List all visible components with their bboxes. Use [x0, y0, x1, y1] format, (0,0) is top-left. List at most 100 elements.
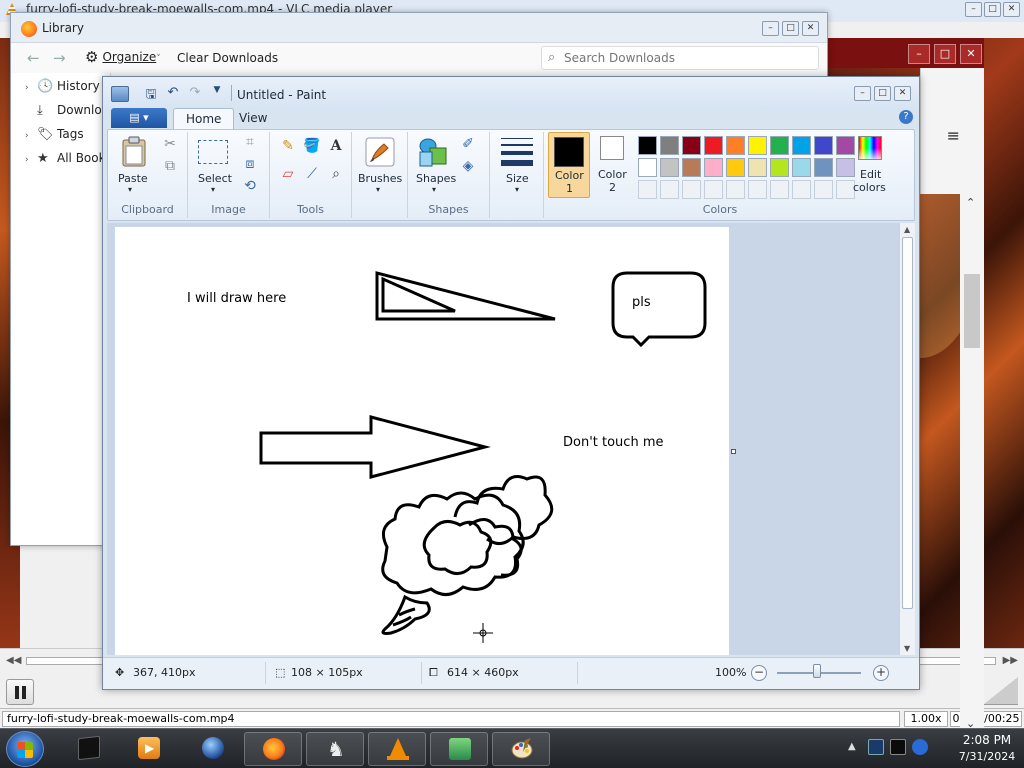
brushes-button[interactable]: Brushes	[358, 172, 402, 185]
palette-swatch[interactable]	[814, 158, 833, 177]
shape-fill-icon[interactable]: ◈	[458, 156, 478, 176]
palette-swatch[interactable]	[682, 136, 701, 155]
paint-minimize-button[interactable]: –	[854, 86, 871, 101]
select-dropdown-icon[interactable]: ▾	[211, 185, 215, 194]
scroll-up-icon[interactable]: ⌃	[966, 196, 975, 209]
canvas-area[interactable]: I will draw here pls Don't touch me	[107, 223, 899, 655]
palette-swatch[interactable]	[638, 136, 657, 155]
library-titlebar[interactable]: Library – □ ✕	[11, 13, 827, 43]
taskbar-app-dark-window[interactable]	[60, 732, 118, 766]
firefox-close-button[interactable]: ✕	[960, 44, 982, 64]
shapes-button[interactable]: Shapes	[416, 172, 456, 185]
shapes-icon[interactable]	[416, 136, 450, 168]
palette-swatch[interactable]	[792, 136, 811, 155]
taskbar-app-firefox[interactable]	[244, 732, 302, 766]
library-close-button[interactable]: ✕	[802, 21, 819, 36]
expand-arrow-icon[interactable]: ›	[25, 155, 37, 165]
magnifier-icon[interactable]: ⌕	[326, 164, 346, 184]
canvas-vertical-scrollbar[interactable]: ▲ ▼	[899, 223, 915, 655]
help-icon[interactable]: ?	[899, 110, 913, 124]
color-picker-icon[interactable]: ⟋	[302, 164, 322, 184]
search-box[interactable]: ⌕	[541, 46, 819, 70]
zoom-slider-thumb[interactable]	[813, 664, 821, 678]
network-tray-icon[interactable]	[912, 739, 928, 755]
palette-swatch[interactable]	[726, 158, 745, 177]
tray-monitor-icon[interactable]	[890, 739, 906, 755]
palette-swatch-custom[interactable]	[814, 180, 833, 199]
palette-swatch[interactable]	[660, 136, 679, 155]
expand-arrow-icon[interactable]: ›	[25, 131, 37, 141]
firefox-scrollbar[interactable]: ⌃ ⌄	[960, 194, 984, 734]
cut-icon[interactable]: ✂	[160, 134, 180, 154]
size-button[interactable]: Size	[506, 172, 529, 185]
scroll-down-icon[interactable]: ▼	[904, 644, 910, 653]
rotate-icon[interactable]: ⟲	[240, 176, 260, 196]
pencil-icon[interactable]: ✎	[278, 136, 298, 156]
library-minimize-button[interactable]: –	[762, 21, 779, 36]
palette-swatch-custom[interactable]	[726, 180, 745, 199]
organize-button[interactable]: ⚙ Organize˅	[85, 48, 161, 68]
sidebar-item-tags[interactable]: › 🏷 Tags	[25, 127, 84, 147]
undo-icon[interactable]: ↶	[165, 85, 181, 107]
paint-close-button[interactable]: ✕	[894, 86, 911, 101]
palette-swatch[interactable]	[704, 158, 723, 177]
search-input[interactable]	[564, 50, 804, 66]
palette-swatch-custom[interactable]	[682, 180, 701, 199]
customize-qat-icon[interactable]: ▼	[209, 85, 225, 107]
color2-button[interactable]: Color 2	[594, 132, 634, 198]
color1-button[interactable]: Color 1	[548, 132, 590, 198]
scroll-up-icon[interactable]: ▲	[904, 225, 910, 234]
start-button[interactable]	[6, 731, 44, 767]
zoom-out-button[interactable]: −	[751, 665, 767, 681]
brushes-icon[interactable]	[364, 136, 396, 168]
firefox-titlebar[interactable]: – □ ✕	[820, 38, 984, 68]
size-icon[interactable]	[501, 138, 533, 166]
palette-swatch-custom[interactable]	[770, 180, 789, 199]
vlc-maximize-button[interactable]: □	[984, 2, 1001, 17]
pause-button[interactable]	[6, 679, 34, 705]
brushes-dropdown-icon[interactable]: ▾	[376, 185, 380, 194]
volume-slider[interactable]	[984, 677, 1018, 705]
palette-swatch-custom[interactable]	[704, 180, 723, 199]
palette-swatch[interactable]	[770, 136, 789, 155]
select-icon[interactable]	[198, 140, 228, 164]
palette-swatch-custom[interactable]	[792, 180, 811, 199]
resize-icon[interactable]: ⧈	[240, 154, 260, 174]
taskbar-app-paint[interactable]	[492, 732, 550, 766]
select-button[interactable]: Select	[198, 172, 232, 185]
palette-swatch[interactable]	[638, 158, 657, 177]
palette-swatch[interactable]	[770, 158, 789, 177]
palette-swatch[interactable]	[682, 158, 701, 177]
vlc-close-button[interactable]: ✕	[1003, 2, 1020, 17]
copy-icon[interactable]: ⧉	[160, 156, 180, 176]
palette-swatch[interactable]	[792, 158, 811, 177]
clock-time[interactable]: 2:08 PM	[952, 733, 1022, 747]
palette-swatch[interactable]	[660, 158, 679, 177]
clear-downloads-button[interactable]: Clear Downloads	[177, 51, 278, 65]
clock-date[interactable]: 7/31/2024	[952, 750, 1022, 763]
taskbar-app-globe[interactable]	[184, 732, 242, 766]
palette-swatch-custom[interactable]	[660, 180, 679, 199]
paint-app-icon[interactable]	[111, 86, 129, 102]
redo-icon[interactable]: ↷	[187, 85, 203, 107]
palette-swatch[interactable]	[726, 136, 745, 155]
size-dropdown-icon[interactable]: ▾	[515, 185, 519, 194]
paint-maximize-button[interactable]: □	[874, 86, 891, 101]
taskbar-app-network[interactable]	[430, 732, 488, 766]
zoom-in-button[interactable]: +	[873, 665, 889, 681]
eraser-icon[interactable]: ▱	[278, 164, 298, 184]
forward-arrow-icon[interactable]: →	[53, 49, 66, 67]
firefox-minimize-button[interactable]: –	[908, 44, 930, 64]
edit-colors-button[interactable]: Edit colors	[848, 132, 892, 198]
palette-swatch[interactable]	[748, 136, 767, 155]
palette-swatch[interactable]	[704, 136, 723, 155]
hamburger-menu-icon[interactable]: ≡	[947, 126, 960, 145]
taskbar-app-vlc[interactable]	[368, 732, 426, 766]
paint-file-menu-button[interactable]: ▤ ▾	[111, 108, 167, 128]
crop-icon[interactable]: ⌗	[240, 132, 260, 152]
shapes-dropdown-icon[interactable]: ▾	[432, 185, 436, 194]
scroll-thumb[interactable]	[902, 237, 913, 609]
canvas-resize-handle[interactable]	[731, 449, 736, 454]
show-hidden-icons[interactable]: ▲	[848, 741, 856, 752]
palette-swatch-custom[interactable]	[748, 180, 767, 199]
